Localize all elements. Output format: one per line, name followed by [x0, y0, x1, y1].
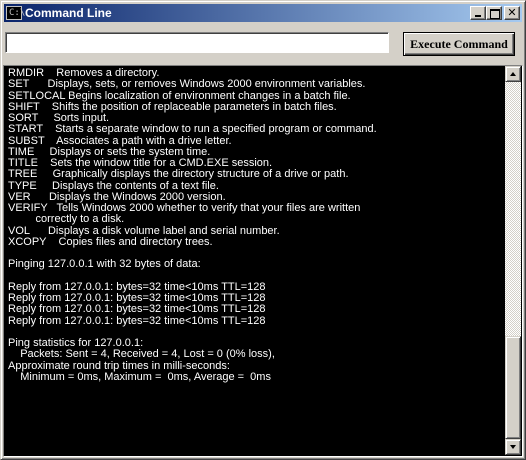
title-bar[interactable]: C:\ Command Line ✕	[4, 4, 522, 22]
console-text: RMDIR Removes a directory. SET Displays, …	[8, 67, 508, 383]
scroll-up-button[interactable]	[505, 66, 521, 82]
console-app-icon[interactable]: C:\	[6, 6, 26, 20]
minimize-icon	[475, 15, 481, 17]
command-input[interactable]	[5, 32, 389, 53]
execute-command-button[interactable]: Execute Command	[403, 32, 515, 56]
scroll-thumb[interactable]	[505, 336, 521, 439]
scroll-down-button[interactable]	[505, 439, 521, 455]
console-line: Pinging 127.0.0.1 with 32 bytes of data:	[8, 258, 201, 271]
console-line: Reply from 127.0.0.1: bytes=32 time<10ms…	[8, 314, 266, 327]
console-line: Packets: Sent = 4, Received = 4, Lost = …	[8, 348, 275, 361]
console-line: correctly to a disk.	[8, 213, 125, 226]
vertical-scrollbar[interactable]	[505, 66, 521, 455]
minimize-button[interactable]	[470, 6, 486, 20]
console-line: Reply from 127.0.0.1: bytes=32 time<10ms…	[8, 303, 266, 316]
console-app-icon-label: C:\	[9, 8, 26, 18]
console-output[interactable]: RMDIR Removes a directory. SET Displays, …	[3, 65, 523, 457]
close-button[interactable]: ✕	[504, 6, 520, 20]
console-line: SET Displays, sets, or removes Windows 2…	[8, 78, 366, 91]
console-line: XCOPY Copies files and directory trees.	[8, 235, 213, 248]
console-line: START Starts a separate window to run a …	[8, 123, 377, 136]
arrow-down-icon	[510, 445, 516, 449]
command-line-window: C:\ Command Line ✕ Execute Command RMDIR…	[0, 0, 526, 460]
console-line: Minimum = 0ms, Maximum = 0ms, Average = …	[8, 370, 271, 383]
console-line: TREE Graphically displays the directory …	[8, 168, 349, 181]
close-icon: ✕	[507, 6, 517, 19]
maximize-icon	[490, 9, 500, 19]
window-title: Command Line	[25, 6, 112, 20]
maximize-button[interactable]	[486, 6, 502, 20]
arrow-up-icon	[510, 72, 516, 76]
